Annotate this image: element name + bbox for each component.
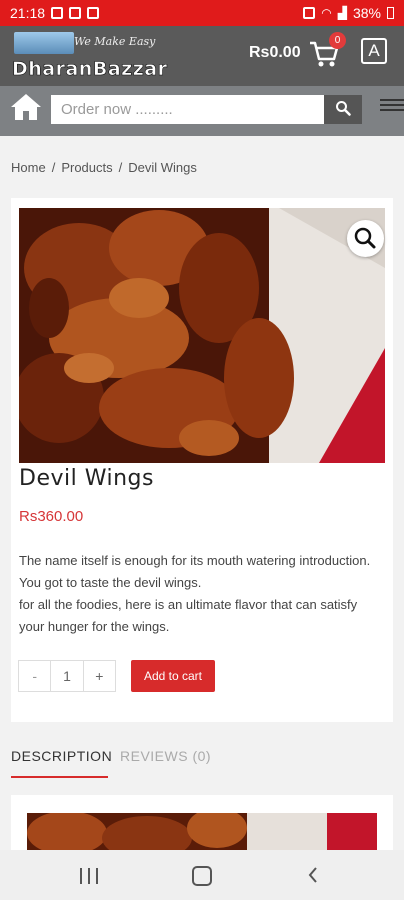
recent-apps-icon[interactable] xyxy=(80,868,98,884)
system-navigation-bar xyxy=(0,850,404,900)
chicken-wings-photo xyxy=(19,208,385,463)
product-tabs: DESCRIPTION REVIEWS (0) xyxy=(11,748,211,778)
tab-reviews[interactable]: REVIEWS (0) xyxy=(120,748,211,778)
product-card: Devil Wings Rs360.00 The name itself is … xyxy=(11,198,393,722)
description-paragraph: for all the foodies, here is an ultimate… xyxy=(19,597,358,634)
notification-icon xyxy=(51,7,64,19)
logo-building-icon xyxy=(14,32,74,54)
quantity-stepper: - 1 + xyxy=(18,660,116,692)
breadcrumb: Home / Products / Devil Wings xyxy=(11,160,197,175)
search-input[interactable] xyxy=(51,95,324,124)
description-image xyxy=(27,813,377,855)
battery-icon xyxy=(387,7,394,19)
clock: 21:18 xyxy=(10,5,46,21)
add-to-cart-button[interactable]: Add to cart xyxy=(131,660,215,692)
cart-total[interactable]: Rs0.00 xyxy=(249,44,301,62)
status-left: 21:18 xyxy=(10,5,100,21)
product-image[interactable] xyxy=(19,208,385,463)
logo-tagline: We Make Easy xyxy=(74,35,156,48)
account-button[interactable]: A xyxy=(361,38,387,64)
account-icon: A xyxy=(368,41,380,60)
quantity-input[interactable]: 1 xyxy=(51,661,84,691)
search-bar xyxy=(0,86,404,136)
breadcrumb-home[interactable]: Home xyxy=(11,160,46,175)
gallery-icon xyxy=(87,7,100,19)
quantity-decrease-button[interactable]: - xyxy=(19,661,52,691)
product-title: Devil Wings xyxy=(19,466,154,491)
magnifier-icon xyxy=(354,227,376,249)
back-icon[interactable] xyxy=(308,867,318,883)
hamburger-menu-icon[interactable] xyxy=(380,96,404,114)
battery-level: 38% xyxy=(352,5,381,21)
breadcrumb-current: Devil Wings xyxy=(128,160,197,175)
search-button[interactable] xyxy=(324,95,362,124)
tab-description[interactable]: DESCRIPTION xyxy=(11,748,112,778)
home-icon[interactable] xyxy=(10,92,42,122)
wifi-icon: ◠ xyxy=(321,6,332,20)
home-button-icon[interactable] xyxy=(192,866,212,886)
chicken-wings-photo xyxy=(27,813,377,855)
quantity-increase-button[interactable]: + xyxy=(84,661,115,691)
product-description: The name itself is enough for its mouth … xyxy=(19,550,379,638)
search-icon xyxy=(336,101,351,116)
logo-brand-name: DharanBazzar xyxy=(12,58,168,81)
status-right: ◠ ▟ 38% xyxy=(303,5,394,21)
description-paragraph: The name itself is enough for its mouth … xyxy=(19,553,371,590)
status-bar: 21:18 ◠ ▟ 38% xyxy=(0,0,404,26)
logo[interactable]: We Make Easy DharanBazzar xyxy=(12,32,202,82)
product-price: Rs360.00 xyxy=(19,508,84,525)
zoom-button[interactable] xyxy=(347,220,384,257)
mail-icon xyxy=(69,7,82,19)
breadcrumb-products[interactable]: Products xyxy=(61,160,112,175)
signal-icon: ▟ xyxy=(337,6,347,20)
cart-count-badge: 0 xyxy=(329,32,346,49)
description-panel xyxy=(11,795,393,855)
alarm-icon xyxy=(303,7,316,19)
